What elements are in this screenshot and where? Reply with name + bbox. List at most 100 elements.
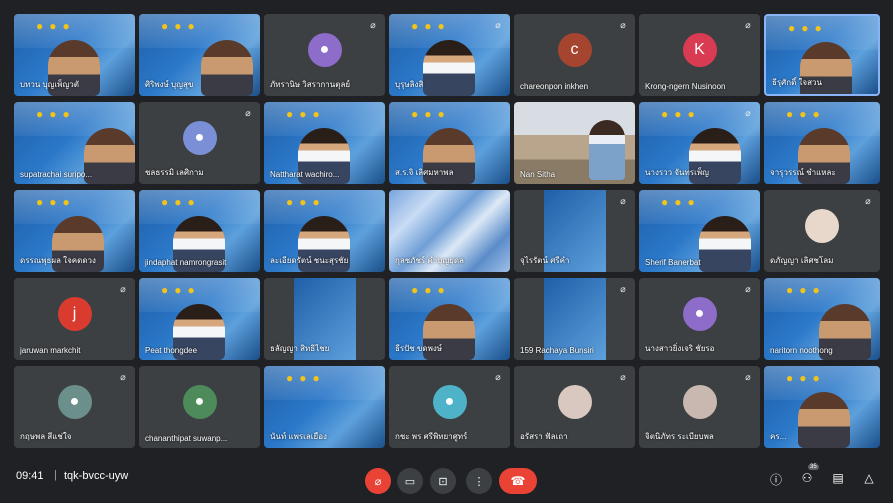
participant-tile[interactable]: ●●● naritorn noothong [764, 278, 880, 360]
participant-tile[interactable]: ● ⌀ ชลธรรมิ เลศิกาม [139, 102, 260, 184]
participant-tile[interactable]: ⌀ จุไรรัตน์ ศรีคำ [514, 190, 635, 272]
people-icon: ⚇ [801, 471, 813, 485]
participant-tile[interactable]: ●●● ดรรณพุธผล ใจคดดวง [14, 190, 135, 272]
participant-name: Krong-ngern Nusinoon [645, 82, 726, 91]
participant-name: Nattharat wachiro... [270, 170, 340, 179]
participant-tile[interactable]: ●●● ละเอียดรัตน์ ชนะสุรชัย [264, 190, 385, 272]
participant-name: ดรรณพุธผล ใจคดดวง [20, 256, 96, 265]
participant-tile[interactable]: ●●● ⌀ บุรุษลิงสิ [389, 14, 510, 96]
participant-tile[interactable]: ● chananthipat suwanp... [139, 366, 260, 448]
participant-name: ศิริพงษ์ บุญสุข [145, 80, 194, 89]
mic-muted-icon: ⌀ [745, 372, 751, 382]
avatar: ● [182, 121, 217, 156]
participant-tile[interactable]: ⌀ กุลชภัชร์ คำบุญยุดล [389, 190, 510, 272]
participant-name: นันท์ แพรเลเยือง [270, 432, 327, 441]
logo-row-icon: ●●● [411, 19, 451, 33]
participant-name: ดภัญญา เลิศชโลม [770, 256, 834, 265]
participant-tile[interactable]: ●●● ส.ร.จิ เลิศมหาพล [389, 102, 510, 184]
participant-name: บุรุษลิงสิ [395, 80, 424, 89]
mic-muted-icon: ⌀ [495, 372, 501, 382]
participant-tile[interactable]: ● ⌀ ภัทรานิษ วิสรากานตุลย์ [264, 14, 385, 96]
avatar: j [57, 297, 92, 332]
logo-row-icon: ●●● [786, 283, 826, 297]
backdrop-banner: ●●● [139, 14, 260, 48]
shapes-icon: △ [864, 471, 874, 485]
participant-tile[interactable]: K ⌀ Krong-ngern Nusinoon [639, 14, 760, 96]
participant-tile[interactable]: ●●● คร... [764, 366, 880, 448]
participant-name: นางรวว จันทรเพ็ญ [645, 168, 709, 177]
present-button[interactable]: ⊡ [430, 468, 456, 494]
participant-tile[interactable]: ●●● บทวน บุญเพ็ญวตั [14, 14, 135, 96]
meeting-details-button[interactable]: ⓘ [767, 471, 785, 488]
participant-name: ละเอียดรัตน์ ชนะสุรชัย [270, 256, 349, 265]
participant-name: จุไรรัตน์ ศรีคำ [520, 256, 570, 265]
logo-row-icon: ●●● [286, 195, 326, 209]
avatar: c [557, 33, 592, 68]
participant-name: จารุวรรณ์ ชำแหละ [770, 168, 836, 177]
participant-tile[interactable]: ●●● Nattharat wachiro... [264, 102, 385, 184]
participant-tile[interactable]: ⌀ ดภัญญา เลิศชโลม [764, 190, 880, 272]
mic-muted-icon: ⌀ [370, 20, 376, 30]
participant-tile[interactable]: ●●● ธีรปัช ขดพงษ์ [389, 278, 510, 360]
participant-tile[interactable]: ●●● ⌀ นางรวว จันทรเพ็ญ [639, 102, 760, 184]
participant-tile[interactable]: ●●● นันท์ แพรเลเยือง [264, 366, 385, 448]
participant-tile[interactable]: c ⌀ chareonpon inkhen [514, 14, 635, 96]
participant-tile[interactable]: ⌀ อรัสรา ฟัลเถา [514, 366, 635, 448]
participant-tile[interactable]: ●●● supatrachai suripo... [14, 102, 135, 184]
participant-grid: ●●● บทวน บุญเพ็ญวตั ●●● ศิริพงษ์ บุญสุข ● ⌀… [14, 14, 880, 456]
participant-tile[interactable]: ⌀ 159 Rachaya Bunsiri [514, 278, 635, 360]
mic-toggle-button[interactable]: ⌀ [365, 468, 391, 494]
chat-button[interactable]: ▤ [829, 471, 847, 485]
participant-name: ส.ร.จิ เลิศมหาพล [395, 168, 454, 177]
mic-muted-icon: ⌀ [495, 196, 501, 206]
avatar: ● [682, 297, 717, 332]
participant-tile[interactable]: ●●● ศิริพงษ์ บุญสุข [139, 14, 260, 96]
participant-tile[interactable]: ● ⌀ กฤษพล สีแช่ใจ [14, 366, 135, 448]
participants-button[interactable]: ⚇ [798, 471, 816, 485]
participant-name: จิตนิภัทร ระเบียบพล [645, 432, 714, 441]
participant-name: กชะ พร ศรีพิทยาศูทร์ [395, 432, 468, 441]
avatar [557, 385, 592, 420]
camera-toggle-button[interactable]: ▭ [397, 468, 423, 494]
meeting-window: ●●● บทวน บุญเพ็ญวตั ●●● ศิริพงษ์ บุญสุข ● ⌀… [0, 0, 893, 503]
participant-tile[interactable]: ●●● Sherif Banerbat [639, 190, 760, 272]
logo-row-icon: ●●● [411, 107, 451, 121]
logo-row-icon: ●●● [161, 283, 201, 297]
participant-name: ธลัญญา สิทธิไชย [270, 344, 330, 353]
mic-muted-icon: ⌀ [245, 108, 251, 118]
participant-name: jindaphat namrongrasit [145, 258, 227, 267]
participant-name: Nan Sitha [520, 170, 556, 179]
more-vert-icon: ⋮ [473, 475, 485, 488]
participant-tile[interactable]: Nan Sitha [514, 102, 635, 184]
participant-tile[interactable]: j ⌀ jaruwan markchit [14, 278, 135, 360]
participant-tile[interactable]: ธลัญญา สิทธิไชย [264, 278, 385, 360]
logo-row-icon: ●●● [286, 371, 326, 385]
leave-call-button[interactable]: ☎ [499, 468, 537, 494]
participant-tile-active[interactable]: ●●● ธีรุศักดิ์ ใจสวน [764, 14, 880, 96]
mic-muted-icon: ⌀ [495, 20, 501, 30]
participant-tile[interactable]: ⌀ จิตนิภัทร ระเบียบพล [639, 366, 760, 448]
logo-row-icon: ●●● [788, 21, 828, 35]
more-options-button[interactable]: ⋮ [466, 468, 492, 494]
participant-tile[interactable]: ●●● Peat thongdee [139, 278, 260, 360]
participant-name: บทวน บุญเพ็ญวตั [20, 80, 79, 89]
participant-tile[interactable]: ● ⌀ นางสาวยิ่งเจริ ชัยรอ [639, 278, 760, 360]
participant-name: ธีรุศักดิ์ ใจสวน [772, 78, 822, 87]
logo-row-icon: ●●● [786, 107, 826, 121]
meeting-clock: 09:41 [16, 470, 44, 482]
mic-muted-icon: ⌀ [745, 108, 751, 118]
logo-row-icon: ●●● [36, 107, 76, 121]
avatar [805, 209, 839, 244]
participant-tile[interactable]: ● ⌀ กชะ พร ศรีพิทยาศูทร์ [389, 366, 510, 448]
mic-off-icon: ⌀ [374, 475, 382, 488]
chat-icon: ▤ [832, 471, 844, 485]
avatar [682, 385, 717, 420]
meeting-code: tqk-bvcc-uyw [64, 470, 129, 482]
participant-tile[interactable]: ●●● จารุวรรณ์ ชำแหละ [764, 102, 880, 184]
participant-tile[interactable]: ●●● jindaphat namrongrasit [139, 190, 260, 272]
logo-row-icon: ●●● [36, 19, 76, 33]
activities-button[interactable]: △ [860, 471, 878, 485]
mic-muted-icon: ⌀ [745, 284, 751, 294]
participant-name: supatrachai suripo... [20, 170, 93, 179]
logo-row-icon: ●●● [36, 195, 76, 209]
